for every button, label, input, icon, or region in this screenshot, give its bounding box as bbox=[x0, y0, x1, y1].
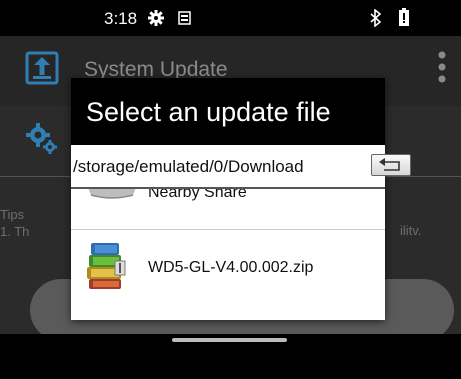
tips-line-1-end: ilitv. bbox=[400, 223, 422, 238]
status-bar: 3:18 bbox=[0, 0, 461, 36]
select-file-dialog: Select an update file /storage/emulated/… bbox=[71, 78, 411, 320]
system-update-icon[interactable] bbox=[25, 51, 59, 85]
path-bar: /storage/emulated/0/Download bbox=[71, 145, 411, 189]
parent-directory-button[interactable] bbox=[371, 154, 411, 176]
list-item[interactable]: Nearby Share bbox=[71, 189, 385, 231]
list-item[interactable]: WD5-GL-V4.00.002.zip bbox=[71, 233, 385, 309]
tips-text: Tips 1. Th bbox=[0, 206, 29, 240]
list-item-label: Nearby Share bbox=[148, 189, 247, 201]
current-path: /storage/emulated/0/Download bbox=[73, 157, 304, 176]
tips-title: Tips bbox=[0, 207, 25, 222]
status-time: 3:18 bbox=[104, 9, 138, 28]
settings-gears-icon bbox=[26, 123, 57, 154]
gesture-handle[interactable] bbox=[172, 338, 287, 342]
return-arrow-icon bbox=[379, 158, 400, 171]
archive-icon bbox=[87, 243, 126, 289]
list-item-label: WD5-GL-V4.00.002.zip bbox=[148, 259, 314, 276]
battery-icon bbox=[399, 8, 409, 26]
list-divider bbox=[71, 229, 385, 230]
more-options-icon[interactable] bbox=[438, 50, 446, 84]
gear-icon bbox=[148, 10, 164, 26]
dialog-title: Select an update file bbox=[86, 97, 331, 127]
file-list[interactable]: Nearby Share WD5-GL-V4.00.002.zip bbox=[71, 189, 385, 320]
tips-line-1: 1. Th bbox=[0, 224, 30, 239]
folder-icon bbox=[88, 189, 136, 199]
bluetooth-icon bbox=[370, 9, 382, 27]
dialog-header: Select an update file bbox=[71, 78, 385, 145]
sim-icon bbox=[178, 11, 191, 25]
